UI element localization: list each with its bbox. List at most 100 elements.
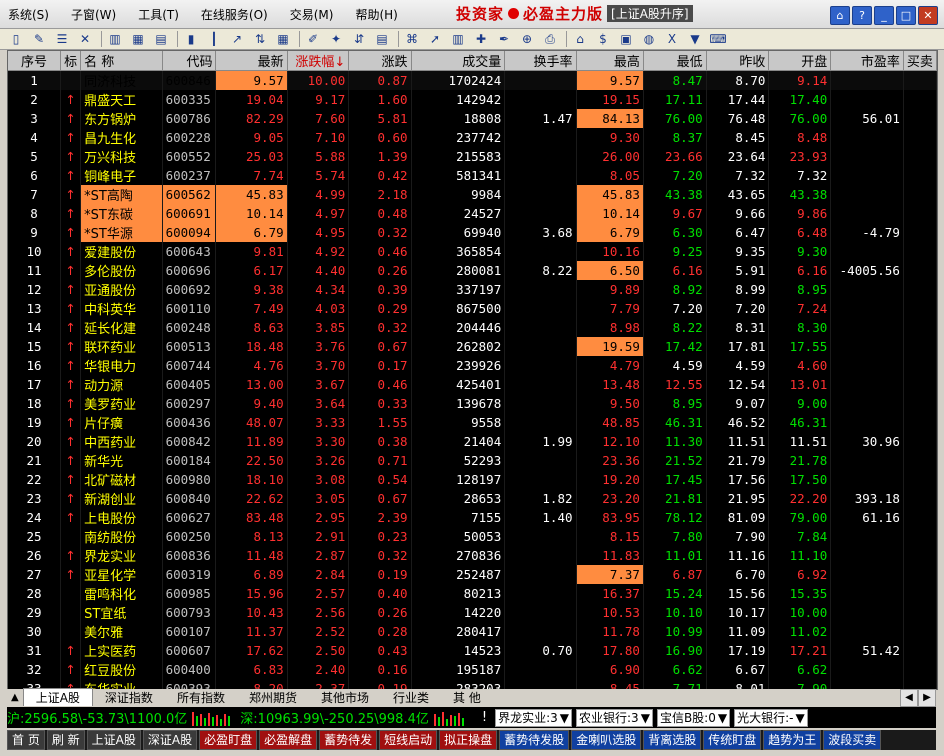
- table-row[interactable]: 4 ↑ 昌九生化 600228 9.05 7.10 0.60 237742 9.30 8.37 8.…: [8, 128, 937, 147]
- func-divergence-button[interactable]: 背离选股: [643, 730, 702, 750]
- watch-select-2[interactable]: 农业银行:3 ▼: [576, 708, 653, 727]
- list-icon[interactable]: ☰: [52, 30, 72, 48]
- col-seq[interactable]: 序号: [8, 51, 62, 71]
- table-row[interactable]: 11 ↑ 多伦股份 600696 6.17 4.40 0.26 280081 8.22 6.50 6…: [8, 261, 937, 280]
- scroll-right-icon[interactable]: ▶: [918, 689, 936, 707]
- watch-select-4[interactable]: 光大银行:- ▼: [734, 708, 808, 727]
- sz-index-readout[interactable]: 深:10963.99\-250.25\998.4亿: [240, 708, 429, 727]
- col-volume[interactable]: 成交量: [411, 51, 506, 71]
- close-window-icon[interactable]: ✕: [75, 30, 95, 48]
- star-icon[interactable]: ✦: [326, 30, 346, 48]
- func-ready-button[interactable]: 蓄势待发: [319, 730, 378, 750]
- menu-tools[interactable]: 工具(T): [138, 6, 179, 23]
- table-row[interactable]: 20 ↑ 中西药业 600842 11.89 3.30 0.38 21404 1.99 12.10…: [8, 432, 937, 451]
- table-row[interactable]: 32 ↑ 红豆股份 600400 6.83 2.40 0.16 195187 6.90 6.62 6…: [8, 660, 937, 679]
- table-row[interactable]: 14 ↑ 延长化建 600248 8.63 3.85 0.32 204446 8.98 8.22 8…: [8, 318, 937, 337]
- chart-icon[interactable]: ▤: [151, 30, 171, 48]
- col-turnover[interactable]: 换手率: [504, 51, 577, 71]
- trend-icon[interactable]: ↗: [227, 30, 247, 48]
- table-row[interactable]: 2 ↑ 鼎盛天工 600335 19.04 9.17 1.60 142942 19.15 17.1…: [8, 90, 937, 109]
- table-row[interactable]: 16 ↑ 华银电力 600744 4.76 3.70 0.17 239926 4.79 4.59 4…: [8, 356, 937, 375]
- excel-icon[interactable]: X: [662, 30, 682, 48]
- tab-sh-a[interactable]: 上证A股: [22, 688, 93, 706]
- table-icon[interactable]: ▦: [273, 30, 293, 48]
- keyboard-icon[interactable]: ⌨: [708, 30, 728, 48]
- draw-icon[interactable]: ✐: [303, 30, 323, 48]
- table-row[interactable]: 23 ↑ 新湖创业 600840 22.62 3.05 0.67 28653 1.82 23.20…: [8, 489, 937, 508]
- table-row[interactable]: 8 ↑ *ST东碳 600691 10.14 4.97 0.48 24527 10.14 9.67…: [8, 204, 937, 223]
- func-watch-button[interactable]: 必盈盯盘: [199, 730, 258, 750]
- table-row[interactable]: 7 ↑ *ST高陶 600562 45.83 4.99 2.18 9984 45.83 43.38…: [8, 185, 937, 204]
- table-row[interactable]: 1 同济科技 600846 9.57 10.00 0.87 1702424 9.57 8.47 8…: [8, 70, 937, 90]
- sort-icon[interactable]: ⇵: [349, 30, 369, 48]
- table-row[interactable]: 5 ↑ 万兴科技 600552 25.03 5.88 1.39 215583 26.00 23.6…: [8, 147, 937, 166]
- tab-all-index[interactable]: 所有指数: [165, 689, 237, 706]
- tab-zz-futures[interactable]: 郑州期货: [237, 689, 309, 706]
- table-row[interactable]: 19 ↑ 片仔癀 600436 48.07 3.33 1.55 9558 48.85 46.31 4…: [8, 413, 937, 432]
- func-analysis-button[interactable]: 必盈解盘: [259, 730, 318, 750]
- calc-icon[interactable]: ▤: [372, 30, 392, 48]
- tab-scroll-icon[interactable]: ▲: [11, 692, 19, 703]
- col-open[interactable]: 开盘: [768, 51, 832, 71]
- col-change-pct[interactable]: 涨跌幅↓: [287, 51, 350, 71]
- scroll-left-icon[interactable]: ◀: [900, 689, 918, 707]
- func-sh-a-button[interactable]: 上证A股: [86, 730, 141, 750]
- table-row[interactable]: 30 美尔雅 600107 11.37 2.52 0.28 280417 11.78 10.99…: [8, 622, 937, 641]
- table-row[interactable]: 24 ↑ 上电股份 600627 83.48 2.95 2.39 7155 1.40 83.95 7…: [8, 508, 937, 527]
- home-icon[interactable]: ⌂: [830, 6, 850, 25]
- money-icon[interactable]: $: [593, 30, 613, 48]
- table-row[interactable]: 28 雷鸣科化 600985 15.96 2.57 0.40 80213 16.37 15.24…: [8, 584, 937, 603]
- menu-subwindow[interactable]: 子窗(W): [71, 6, 116, 23]
- col-pe[interactable]: 市盈率: [830, 51, 904, 71]
- book-icon[interactable]: ▣: [616, 30, 636, 48]
- func-short-start-button[interactable]: 短线启动: [379, 730, 438, 750]
- func-home-button[interactable]: 首 页: [7, 730, 45, 750]
- table-row[interactable]: 9 ↑ *ST华源 600094 6.79 4.95 0.32 69940 3.68 6.79 6.…: [8, 223, 937, 242]
- col-bidask[interactable]: 买卖: [903, 51, 937, 71]
- watch-select-3[interactable]: 宝信B股:0 ▼: [656, 708, 731, 727]
- col-change[interactable]: 涨跌: [348, 51, 412, 71]
- grid-icon[interactable]: ▦: [128, 30, 148, 48]
- tab-other[interactable]: 其 他: [441, 689, 493, 706]
- table-row[interactable]: 13 ↑ 中科英华 600110 7.49 4.03 0.29 867500 7.79 7.20 7…: [8, 299, 937, 318]
- tab-sz-index[interactable]: 深证指数: [93, 689, 165, 706]
- restore-icon[interactable]: □: [896, 6, 916, 25]
- table-row[interactable]: 10 ↑ 爱建股份 600643 9.81 4.92 0.46 365854 10.16 9.25…: [8, 242, 937, 261]
- minimize-icon[interactable]: _: [874, 6, 894, 25]
- table-row[interactable]: 22 ↑ 北矿磁材 600980 18.10 3.08 0.54 128197 19.20 17.…: [8, 470, 937, 489]
- func-classic-watch-button[interactable]: 传统盯盘: [703, 730, 762, 750]
- network-icon[interactable]: ⌘: [402, 30, 422, 48]
- globe-icon[interactable]: ◍: [639, 30, 659, 48]
- close-icon[interactable]: ✕: [918, 6, 938, 25]
- col-last[interactable]: 最新: [215, 51, 288, 71]
- kline-icon[interactable]: ┃: [204, 30, 224, 48]
- col-code[interactable]: 代码: [162, 51, 217, 71]
- house-icon[interactable]: ⌂: [570, 30, 590, 48]
- new-icon[interactable]: ▯: [6, 30, 26, 48]
- table-row[interactable]: 12 ↑ 亚通股份 600692 9.38 4.34 0.39 337197 9.89 8.92 8…: [8, 280, 937, 299]
- col-prev-close[interactable]: 昨收: [706, 51, 770, 71]
- stats-icon[interactable]: ▥: [448, 30, 468, 48]
- pen-icon[interactable]: ✒: [494, 30, 514, 48]
- arrow-icon[interactable]: ➚: [425, 30, 445, 48]
- col-high[interactable]: 最高: [576, 51, 644, 71]
- table-row[interactable]: 25 南纺股份 600250 8.13 2.91 0.23 50053 8.15 7.80 7.9…: [8, 527, 937, 546]
- sh-index-readout[interactable]: 沪:2596.58\-53.73\1100.0亿: [7, 708, 187, 727]
- func-swing-button[interactable]: 波段买卖: [823, 730, 882, 750]
- col-low[interactable]: 最低: [643, 51, 707, 71]
- print-icon[interactable]: ⎙: [540, 30, 560, 48]
- col-flag[interactable]: 标: [60, 51, 82, 71]
- edit-icon[interactable]: ✎: [29, 30, 49, 48]
- table-row[interactable]: 17 ↑ 动力源 600405 13.00 3.67 0.46 425401 13.48 12.5…: [8, 375, 937, 394]
- bars-icon[interactable]: ▥: [105, 30, 125, 48]
- menu-system[interactable]: 系统(S): [8, 6, 49, 23]
- menu-trade[interactable]: 交易(M): [290, 6, 334, 23]
- table-row[interactable]: 26 ↑ 界龙实业 600836 11.48 2.87 0.32 270836 11.83 11.…: [8, 546, 937, 565]
- table-row[interactable]: 27 ↑ 亚星化学 600319 6.89 2.84 0.19 252487 7.37 6.87 6…: [8, 565, 937, 584]
- menu-help[interactable]: 帮助(H): [355, 6, 397, 23]
- func-ready-stock-button[interactable]: 蓄势待发股: [499, 730, 570, 750]
- table-row[interactable]: 18 ↑ 美罗药业 600297 9.40 3.64 0.33 139678 9.50 8.95 9…: [8, 394, 937, 413]
- table-row[interactable]: 15 ↑ 联环药业 600513 18.48 3.76 0.67 262802 19.59 17.…: [8, 337, 937, 356]
- col-name[interactable]: 名 称: [80, 51, 163, 71]
- bar-chart-icon[interactable]: ▮: [181, 30, 201, 48]
